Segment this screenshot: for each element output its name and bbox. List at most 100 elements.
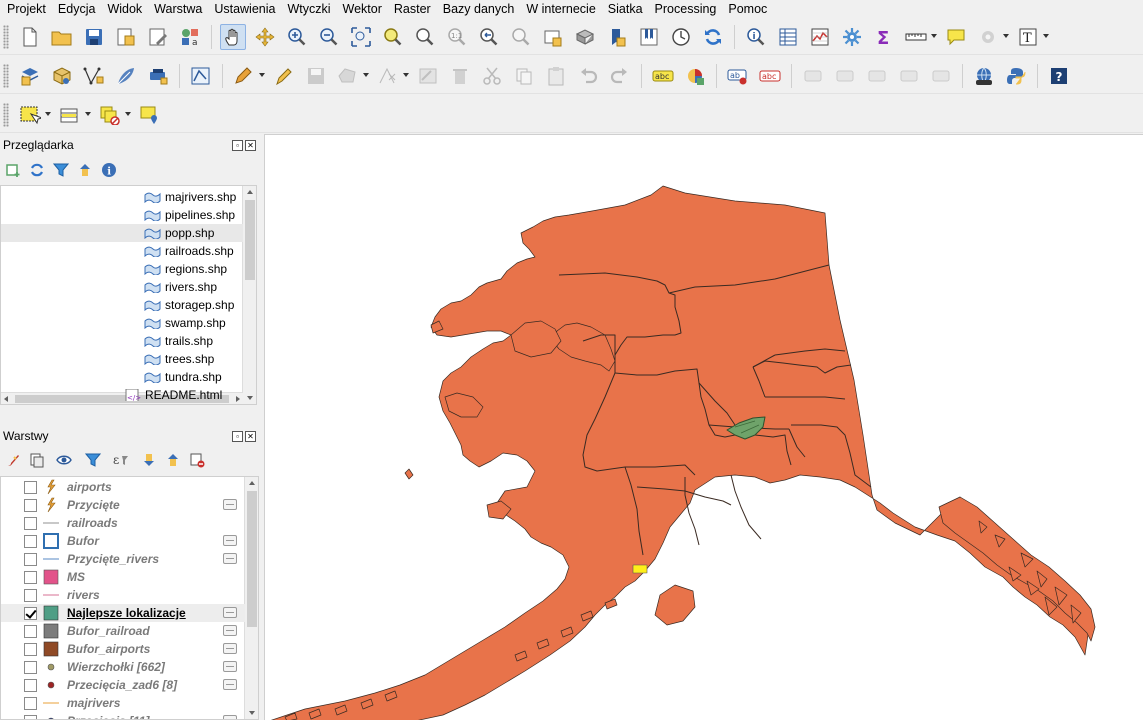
- toolbar-handle[interactable]: [3, 63, 9, 88]
- menu-item-edycja[interactable]: Edycja: [52, 2, 102, 16]
- delete-selected-button[interactable]: [447, 63, 473, 89]
- layer-visibility-checkbox[interactable]: [24, 714, 37, 719]
- text-annotation-button[interactable]: T: [1015, 24, 1049, 50]
- statistics-button[interactable]: [807, 24, 833, 50]
- print-layout-button[interactable]: [145, 24, 171, 50]
- menu-item-ustawienia[interactable]: Ustawienia: [208, 2, 281, 16]
- menu-item-w-internecie[interactable]: W internecie: [520, 2, 601, 16]
- vertex-editor-button[interactable]: [375, 63, 409, 89]
- layer-diagram-button[interactable]: [682, 63, 708, 89]
- layer-row[interactable]: rivers: [1, 586, 245, 604]
- new-map-view-button[interactable]: [540, 24, 566, 50]
- zoom-to-layer-button[interactable]: [412, 24, 438, 50]
- map-tips-button[interactable]: [943, 24, 969, 50]
- new-project-button[interactable]: [17, 24, 43, 50]
- new-virtual-layer-button[interactable]: [145, 63, 171, 89]
- browser-item[interactable]: majrivers.shp: [1, 188, 243, 206]
- layers-tree[interactable]: airports Przycięte railroads Bufor Przycięte…: [0, 476, 259, 720]
- layer-symbol-icon[interactable]: [43, 587, 59, 603]
- layer-visibility-checkbox[interactable]: [24, 588, 37, 602]
- zoom-native-button[interactable]: 1:1: [444, 24, 470, 50]
- layer-visibility-checkbox[interactable]: [24, 480, 37, 494]
- browser-tree[interactable]: majrivers.shp pipelines.shp popp.shp railro…: [0, 185, 257, 405]
- quickmapservices-button[interactable]: [971, 63, 997, 89]
- layer-visibility-checkbox[interactable]: [24, 570, 37, 584]
- zoom-out-button[interactable]: [316, 24, 342, 50]
- map-svg[interactable]: [265, 135, 1143, 720]
- digitize-vector-button[interactable]: [188, 63, 214, 89]
- measure-button[interactable]: [903, 24, 937, 50]
- map-canvas[interactable]: [264, 134, 1143, 720]
- layer-visibility-checkbox[interactable]: [24, 696, 37, 710]
- collapse-all-layers-button[interactable]: [164, 451, 182, 469]
- properties-button[interactable]: i: [100, 161, 118, 179]
- save-edits-button[interactable]: [303, 63, 329, 89]
- toggle-editing-button[interactable]: [271, 63, 297, 89]
- show-hide-labels-button[interactable]: [800, 63, 826, 89]
- save-project-button[interactable]: [81, 24, 107, 50]
- layer-symbol-icon[interactable]: [43, 551, 59, 567]
- collapse-all-button[interactable]: [76, 161, 94, 179]
- redo-button[interactable]: [607, 63, 633, 89]
- layer-row[interactable]: Bufor_railroad: [1, 622, 245, 640]
- label-properties-button[interactable]: [928, 63, 954, 89]
- deselect-features-button[interactable]: [97, 102, 131, 128]
- show-bookmarks-button[interactable]: [636, 24, 662, 50]
- browser-item[interactable]: </> README.html: [1, 386, 243, 404]
- layer-visibility-checkbox[interactable]: [24, 606, 37, 620]
- move-label-button[interactable]: [832, 63, 858, 89]
- save-as-button[interactable]: [113, 24, 139, 50]
- pan-to-selection-button[interactable]: [252, 24, 278, 50]
- layer-visibility-checkbox[interactable]: [24, 624, 37, 638]
- layer-row[interactable]: Bufor_airports: [1, 640, 245, 658]
- browser-item[interactable]: railroads.shp: [1, 242, 243, 260]
- layer-visibility-checkbox[interactable]: [24, 552, 37, 566]
- layer-symbol-icon[interactable]: [43, 569, 59, 585]
- highlight-labels-button[interactable]: abc: [757, 63, 783, 89]
- layer-symbol-icon[interactable]: [43, 605, 59, 621]
- python-console-button[interactable]: [1003, 63, 1029, 89]
- close-panel-button[interactable]: ✕: [245, 430, 256, 442]
- sum-button[interactable]: Σ: [871, 24, 897, 50]
- modify-attributes-button[interactable]: [415, 63, 441, 89]
- add-group-button[interactable]: [28, 451, 46, 469]
- float-panel-button[interactable]: ▫: [232, 139, 243, 151]
- temporary-layer-icon[interactable]: [223, 715, 237, 719]
- scroll-down-arrow[interactable]: [247, 396, 253, 400]
- undo-button[interactable]: [575, 63, 601, 89]
- add-selected-layers-button[interactable]: [4, 161, 22, 179]
- new-geopackage-button[interactable]: [49, 63, 75, 89]
- scroll-up-arrow[interactable]: [249, 481, 255, 485]
- browser-item[interactable]: swamp.shp: [1, 314, 243, 332]
- layer-visibility-checkbox[interactable]: [24, 642, 37, 656]
- temporary-layer-icon[interactable]: [223, 499, 237, 510]
- identify-features-button[interactable]: i: [743, 24, 769, 50]
- layer-symbol-icon[interactable]: [43, 713, 59, 719]
- menu-item-projekt[interactable]: Projekt: [0, 2, 52, 16]
- help-button[interactable]: ?: [1046, 63, 1072, 89]
- browser-item[interactable]: regions.shp: [1, 260, 243, 278]
- layer-row[interactable]: Najlepsze lokalizacje: [1, 604, 245, 622]
- current-edits-button[interactable]: [231, 63, 265, 89]
- layer-row[interactable]: MS: [1, 568, 245, 586]
- processing-toolbox-button[interactable]: [839, 24, 865, 50]
- scroll-thumb[interactable]: [245, 200, 255, 280]
- browser-item[interactable]: storagep.shp: [1, 296, 243, 314]
- menu-item-widok[interactable]: Widok: [101, 2, 148, 16]
- browser-item[interactable]: trees.shp: [1, 350, 243, 368]
- layer-row[interactable]: Przecięcia [11]: [1, 712, 245, 719]
- layer-labeling-button[interactable]: abc: [650, 63, 676, 89]
- menu-item-warstwa[interactable]: Warstwa: [148, 2, 208, 16]
- browser-item[interactable]: rivers.shp: [1, 278, 243, 296]
- zoom-last-button[interactable]: [476, 24, 502, 50]
- zoom-in-button[interactable]: [284, 24, 310, 50]
- layer-visibility-checkbox[interactable]: [24, 534, 37, 548]
- browser-vertical-scrollbar[interactable]: [242, 186, 256, 404]
- menu-item-siatka[interactable]: Siatka: [602, 2, 649, 16]
- layer-visibility-checkbox[interactable]: [24, 498, 37, 512]
- temporary-layer-icon[interactable]: [223, 607, 237, 618]
- browser-item[interactable]: trails.shp: [1, 332, 243, 350]
- pan-map-button[interactable]: [220, 23, 246, 50]
- copy-features-button[interactable]: [511, 63, 537, 89]
- temporary-layer-icon[interactable]: [223, 625, 237, 636]
